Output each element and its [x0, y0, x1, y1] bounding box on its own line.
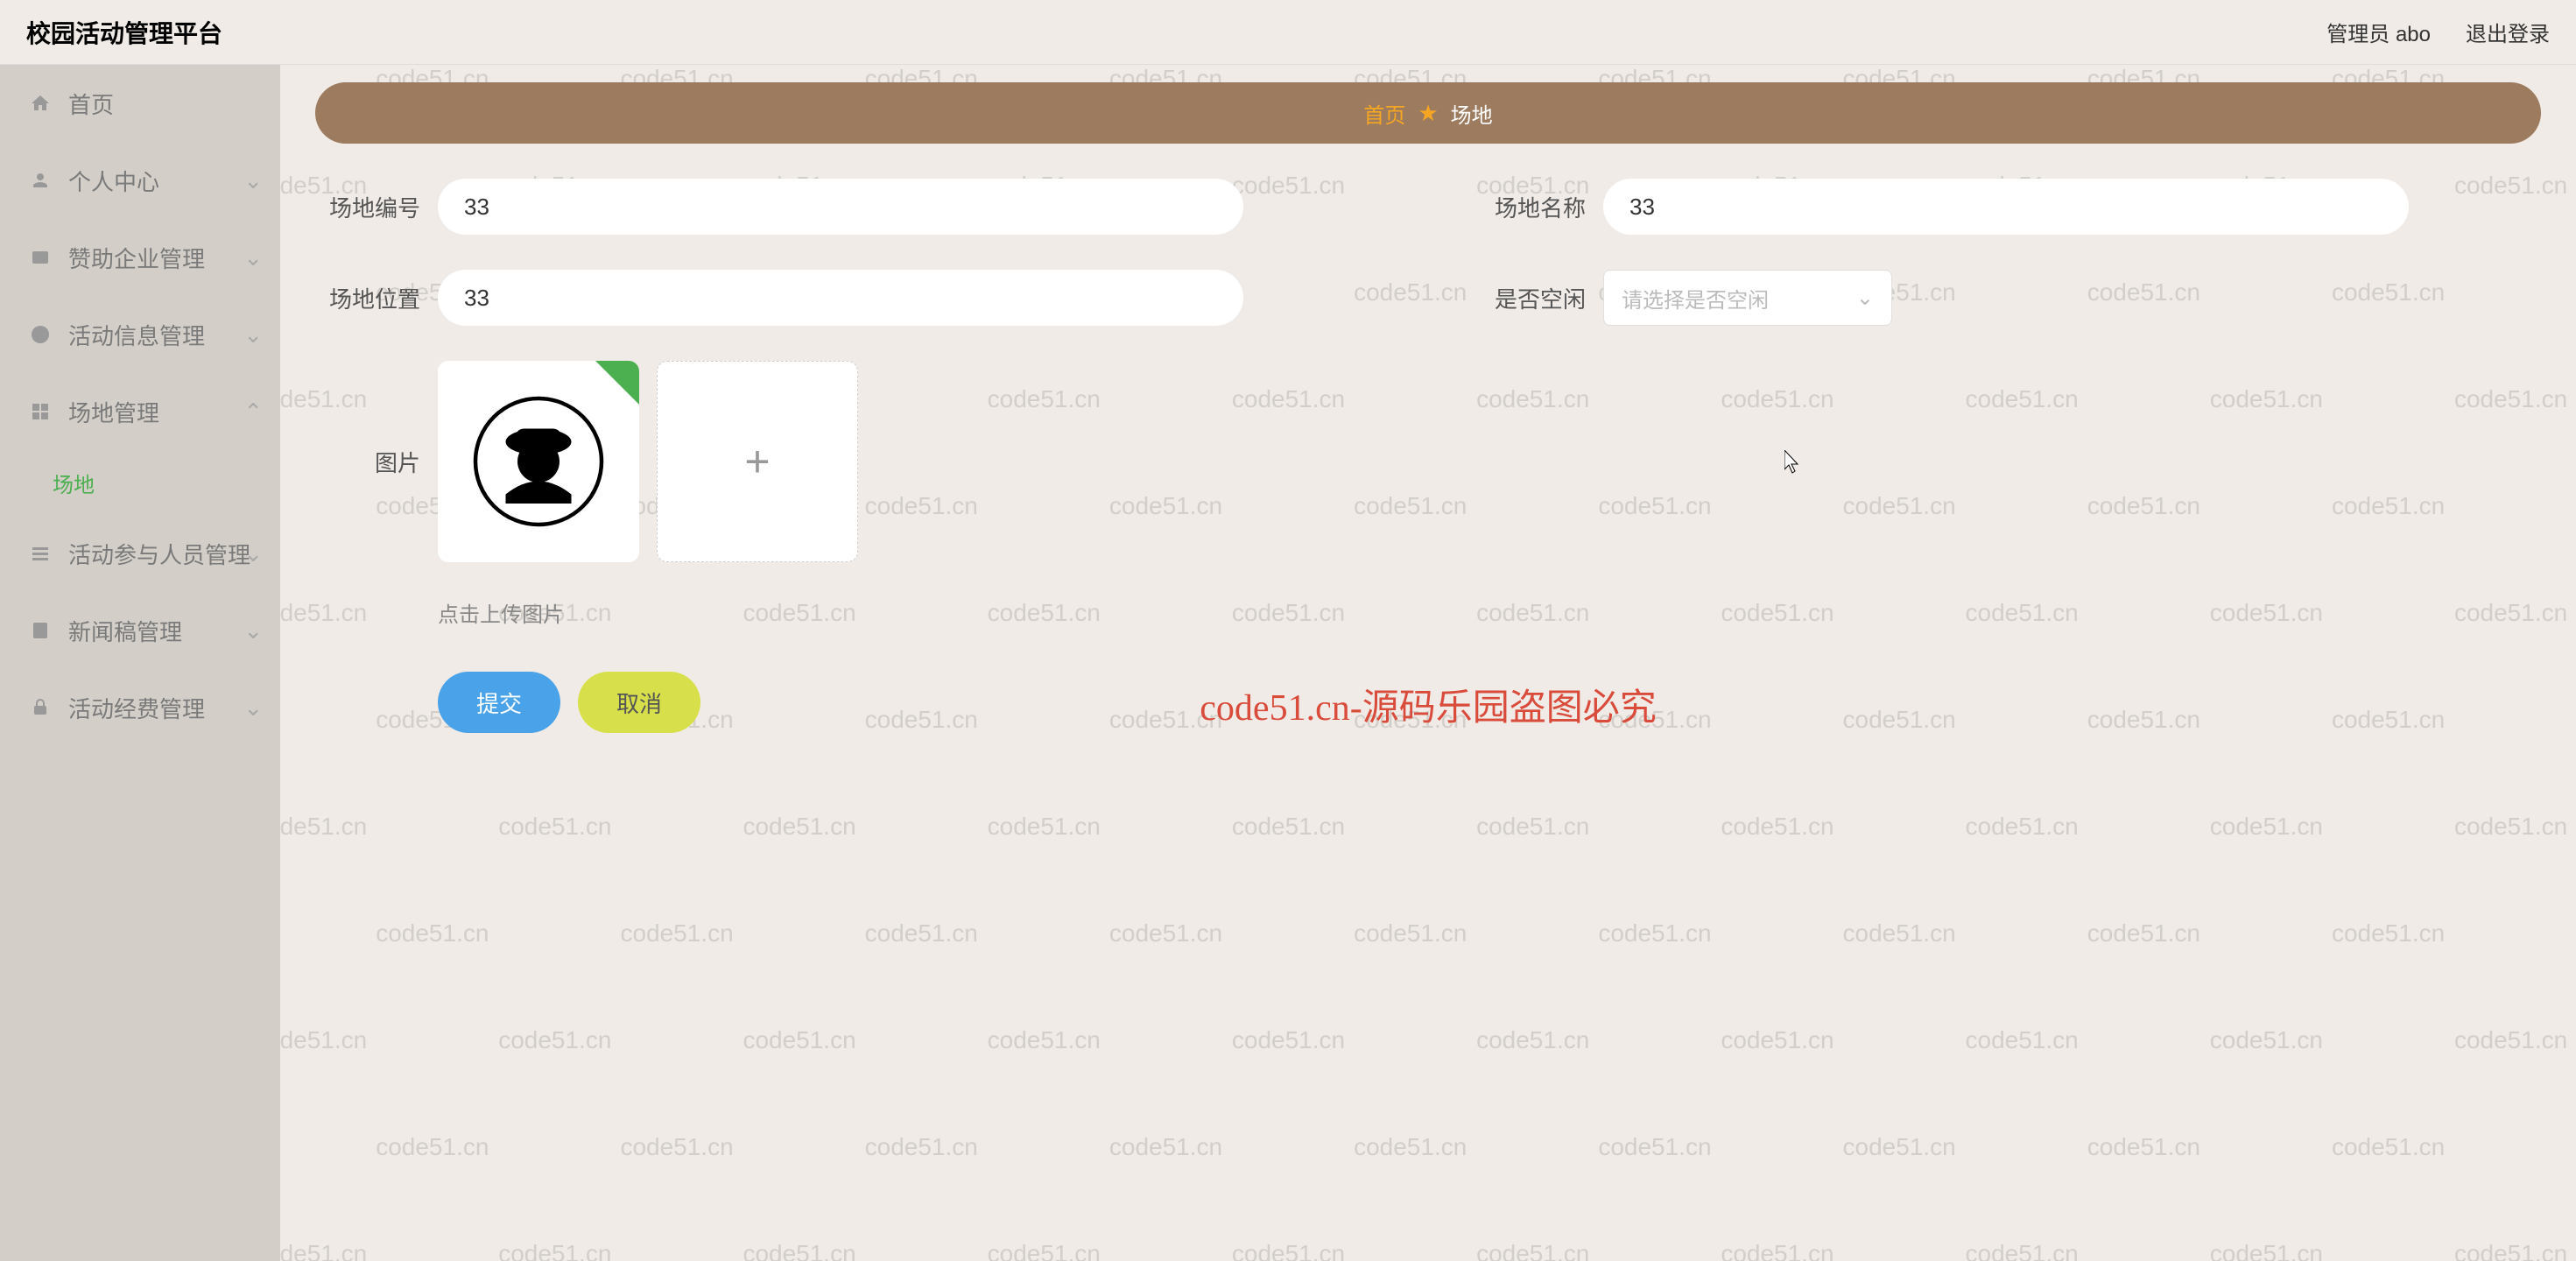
breadcrumb: 首页 ★ 场地 — [315, 82, 2541, 144]
star-icon: ★ — [1418, 100, 1438, 127]
sidebar-item-label: 场地管理 — [68, 396, 159, 428]
submit-button[interactable]: 提交 — [438, 672, 560, 733]
sidebar-item-sponsor[interactable]: 赞助企业管理 ⌄ — [0, 219, 280, 296]
grid-icon — [26, 401, 54, 422]
label-location: 场地位置 — [315, 282, 420, 314]
form: 场地编号 场地名称 场地位置 是否空闲 请选择是否空闲 ⌄ — [315, 179, 2541, 733]
user-icon — [26, 170, 54, 191]
breadcrumb-current: 场地 — [1451, 98, 1493, 129]
input-code[interactable] — [438, 179, 1243, 235]
sidebar-item-label: 活动参与人员管理 — [68, 538, 250, 570]
select-placeholder: 请选择是否空闲 — [1622, 283, 1769, 313]
chevron-down-icon: ⌄ — [1856, 285, 1874, 311]
card-icon — [26, 247, 54, 268]
form-group-name: 场地名称 — [1481, 179, 2576, 235]
user-label[interactable]: 管理员 abo — [2326, 17, 2431, 47]
image-uploader: + — [438, 361, 858, 562]
success-badge — [595, 361, 639, 405]
form-group-code: 场地编号 — [315, 179, 1428, 235]
sidebar: 首页 个人中心 ⌄ 赞助企业管理 ⌄ 活动信息管理 ⌄ — [0, 65, 280, 1261]
sidebar-item-expense[interactable]: 活动经费管理 ⌄ — [0, 669, 280, 746]
doc-icon — [26, 620, 54, 641]
sidebar-item-activity[interactable]: 活动信息管理 ⌄ — [0, 296, 280, 373]
upload-hint: 点击上传图片 — [438, 597, 2541, 628]
top-bar: 校园活动管理平台 管理员 abo 退出登录 — [0, 0, 2576, 65]
uploaded-image[interactable] — [438, 361, 639, 562]
lock-icon — [26, 697, 54, 718]
form-group-image: 图片 + — [315, 361, 858, 562]
chevron-down-icon: ⌄ — [243, 167, 263, 194]
uploaded-thumbnail — [473, 396, 604, 527]
sidebar-subitem-venue[interactable]: 场地 — [0, 450, 280, 515]
chevron-down-icon: ⌄ — [243, 694, 263, 722]
watermark-warning: code51.cn-源码乐园盗图必究 — [1200, 678, 1656, 731]
sidebar-item-venue[interactable]: 场地管理 ⌃ — [0, 373, 280, 450]
input-location[interactable] — [438, 270, 1243, 326]
sidebar-item-label: 新闻稿管理 — [68, 615, 182, 647]
chevron-down-icon: ⌄ — [243, 540, 263, 567]
label-name: 场地名称 — [1481, 191, 1586, 223]
plus-icon: + — [744, 436, 770, 487]
sidebar-item-profile[interactable]: 个人中心 ⌄ — [0, 142, 280, 219]
sidebar-item-label: 活动信息管理 — [68, 319, 205, 351]
form-group-idle: 是否空闲 请选择是否空闲 ⌄ — [1481, 270, 2576, 326]
mouse-cursor — [1784, 450, 1802, 475]
chevron-down-icon: ⌄ — [243, 244, 263, 271]
chevron-up-icon: ⌃ — [243, 398, 263, 426]
form-group-location: 场地位置 — [315, 270, 1428, 326]
sidebar-item-home[interactable]: 首页 — [0, 65, 280, 142]
sidebar-item-label: 个人中心 — [68, 165, 159, 197]
app-title: 校园活动管理平台 — [26, 15, 222, 50]
chevron-down-icon: ⌄ — [243, 617, 263, 645]
sidebar-item-label: 赞助企业管理 — [68, 242, 205, 274]
breadcrumb-home[interactable]: 首页 — [1363, 98, 1405, 129]
chevron-down-icon: ⌄ — [243, 321, 263, 349]
sidebar-item-participant[interactable]: 活动参与人员管理 ⌄ — [0, 515, 280, 592]
logout-link[interactable]: 退出登录 — [2466, 17, 2550, 47]
sidebar-subitem-label: 场地 — [53, 468, 95, 498]
label-image: 图片 — [315, 446, 420, 478]
sidebar-item-label: 首页 — [68, 88, 114, 120]
main-content: code51.cncode51.cncode51.cncode51.cncode… — [280, 65, 2576, 1261]
label-code: 场地编号 — [315, 191, 420, 223]
clock-icon — [26, 324, 54, 345]
select-idle[interactable]: 请选择是否空闲 ⌄ — [1603, 270, 1892, 326]
cancel-button[interactable]: 取消 — [578, 672, 700, 733]
input-name[interactable] — [1603, 179, 2409, 235]
upload-add-button[interactable]: + — [657, 361, 858, 562]
sidebar-item-label: 活动经费管理 — [68, 692, 205, 724]
home-icon — [26, 93, 54, 114]
user-area: 管理员 abo 退出登录 — [2326, 17, 2550, 47]
list-icon — [26, 543, 54, 564]
sidebar-item-news[interactable]: 新闻稿管理 ⌄ — [0, 592, 280, 669]
label-idle: 是否空闲 — [1481, 282, 1586, 314]
